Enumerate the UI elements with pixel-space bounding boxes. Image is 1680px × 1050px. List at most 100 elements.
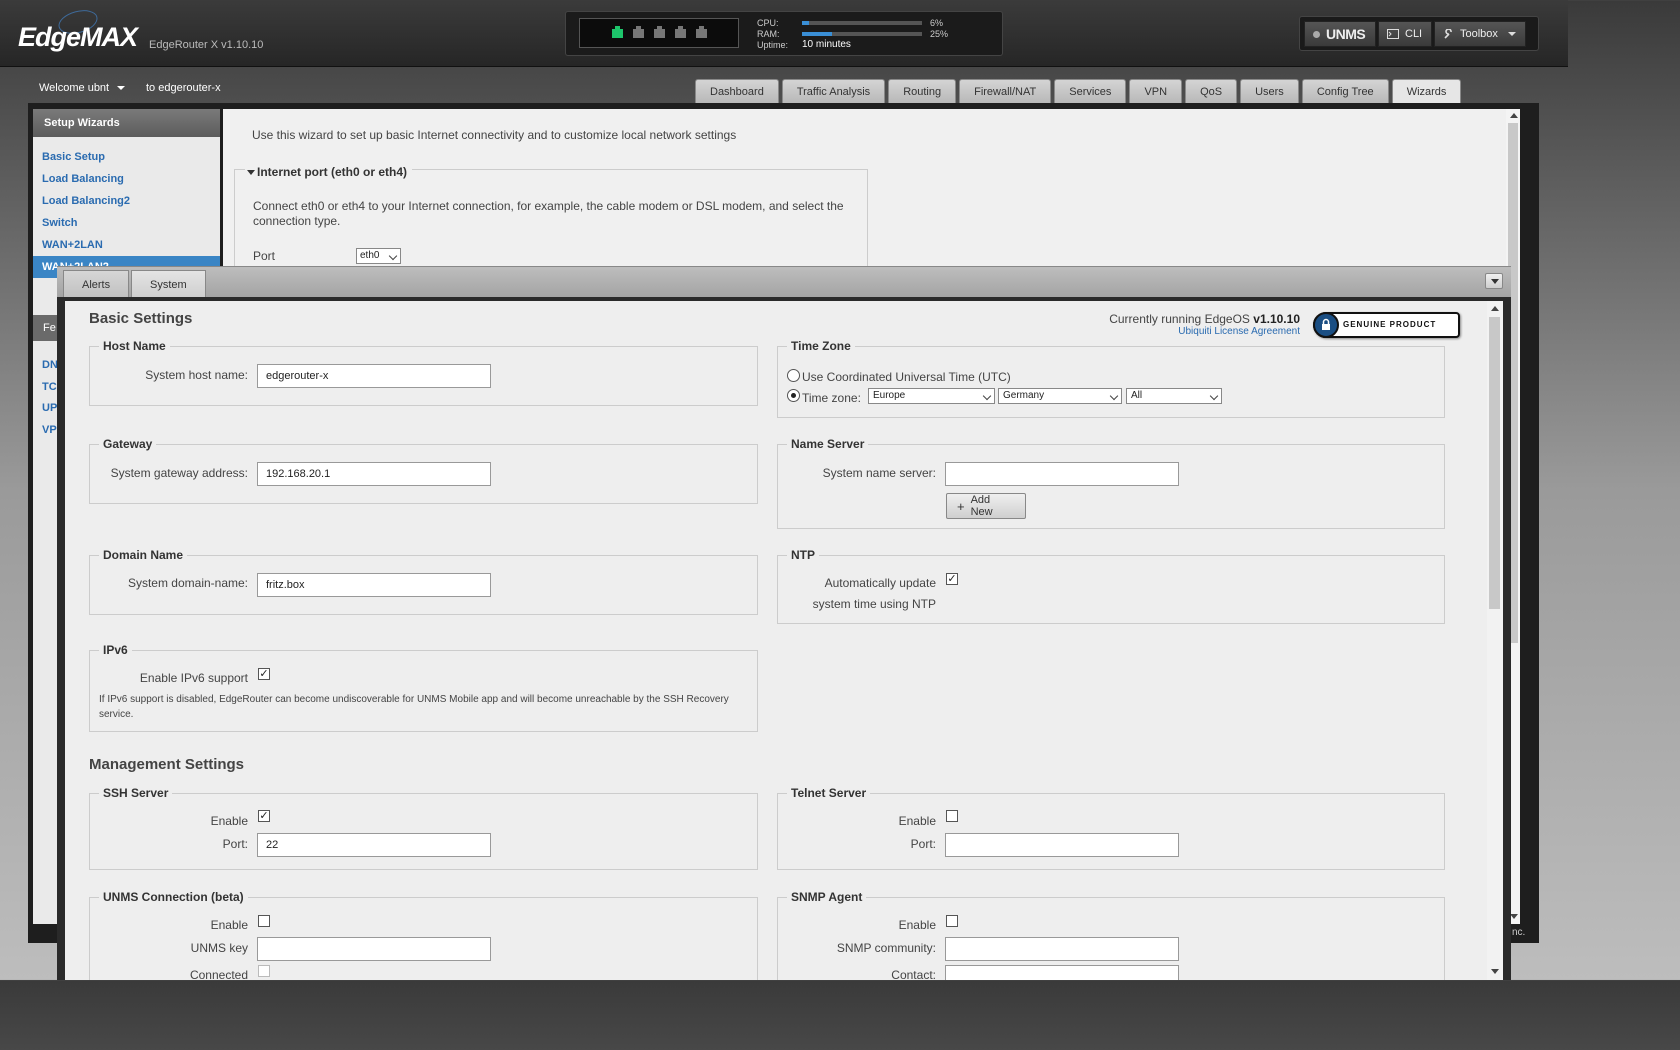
panel-scroll-thumb[interactable] [1489,317,1500,609]
name-server-fieldset [777,444,1445,529]
snmp-enable-checkbox[interactable] [946,915,958,927]
name-server-legend: Name Server [787,437,869,451]
cli-button[interactable]: CLI [1378,21,1432,47]
telnet-port-label: Port: [910,837,936,851]
gateway-input[interactable]: 192.168.20.1 [257,462,491,486]
snmp-enable-label: Enable [898,918,936,932]
welcome-menu[interactable]: Welcome ubnt [39,82,126,94]
cpu-label: CPU: [757,17,779,28]
host-name-label: System host name: [145,368,248,382]
host-name-input[interactable]: edgerouter-x [257,364,491,388]
wrench-icon [1444,28,1452,39]
cpu-value: 6% [930,17,944,28]
tab-wizards[interactable]: Wizards [1391,79,1462,104]
port-eth3-icon[interactable] [674,25,686,38]
sidebar-item-vpn[interactable]: VP [42,424,57,436]
telnet-legend: Telnet Server [787,786,871,800]
collapse-panel-button[interactable] [1485,273,1503,289]
unms-enable-checkbox[interactable] [258,915,270,927]
unms-button[interactable]: UNMS [1304,21,1376,47]
running-version: Currently running EdgeOS v1.10.10 [1100,312,1300,326]
unms-key-input[interactable] [257,937,491,961]
scroll-down-icon[interactable] [1510,914,1518,919]
utc-radio[interactable] [787,369,800,382]
tab-firewall-nat[interactable]: Firewall/NAT [959,79,1052,104]
timezone-country-select[interactable]: Germany [998,388,1122,404]
ipv6-legend: IPv6 [99,643,132,657]
port-indicators [579,18,739,48]
timezone-radio[interactable] [787,389,800,402]
tab-alerts[interactable]: Alerts [63,270,130,298]
bottom-panel-bar: Alerts System [57,266,1511,298]
ntp-checkbox[interactable]: ✓ [946,573,958,585]
ssh-port-input[interactable]: 22 [257,833,491,857]
genuine-product-badge: GENUINE PRODUCT [1313,312,1460,338]
toolbox-label: Toolbox [1460,28,1498,40]
tab-config-tree[interactable]: Config Tree [1301,79,1389,104]
telnet-enable-checkbox[interactable] [946,810,958,822]
tab-dashboard[interactable]: Dashboard [695,79,779,104]
sidebar-item-dns[interactable]: DN [42,359,58,371]
port-eth1-icon[interactable] [632,25,644,38]
toolbox-button[interactable]: Toolbox [1434,21,1526,47]
edgemax-logo[interactable]: EdgeMAX [18,22,138,53]
tab-traffic-analysis[interactable]: Traffic Analysis [781,79,886,104]
welcome-label: Welcome ubnt [39,82,110,94]
sidebar-item-load-balancing2[interactable]: Load Balancing2 [33,190,220,212]
telnet-port-input[interactable] [945,833,1179,857]
add-name-server-button[interactable]: + Add New [946,493,1026,519]
sidebar-item-wan-2lan[interactable]: WAN+2LAN [33,234,220,256]
ssh-enable-checkbox[interactable]: ✓ [258,810,270,822]
cpu-bar [802,20,922,25]
utc-label: Use Coordinated Universal Time (UTC) [802,370,1011,384]
ipv6-note: If IPv6 support is disabled, EdgeRouter … [99,694,729,720]
name-server-input[interactable] [945,462,1179,486]
sidebar-item-basic-setup[interactable]: Basic Setup [33,146,220,168]
plus-icon: + [957,498,965,514]
tab-services[interactable]: Services [1054,79,1127,104]
sidebar-item-tcp[interactable]: TC [42,381,57,393]
ipv6-checkbox[interactable]: ✓ [258,668,270,680]
unms-enable-label: Enable [210,918,248,932]
tab-system[interactable]: System [131,270,206,298]
port-eth0-icon[interactable] [611,25,623,38]
tab-users[interactable]: Users [1240,79,1299,104]
add-new-label: Add New [970,494,993,518]
scroll-up-icon[interactable] [1510,113,1518,118]
ram-bar [802,31,922,36]
port-eth4-icon[interactable] [695,25,707,38]
snmp-contact-label: Contact: [891,968,936,980]
tab-routing[interactable]: Routing [888,79,957,104]
ssh-legend: SSH Server [99,786,173,800]
footer-fragment: nc. [1512,927,1526,938]
scroll-up-icon[interactable] [1491,306,1499,311]
snmp-community-input[interactable] [945,937,1179,961]
internet-port-legend[interactable]: Internet port (eth0 or eth4) [245,165,413,179]
chevron-down-icon [1507,32,1516,36]
sidebar-item-upnp[interactable]: UP [42,402,57,414]
ssh-enable-label: Enable [210,814,248,828]
snmp-contact-input[interactable] [945,965,1179,980]
timezone-region-select[interactable]: Europe [868,388,995,404]
panel-scrollbar[interactable] [1487,301,1503,980]
uptime-stat: Uptime: 10 minutes [757,39,851,50]
sidebar-item-load-balancing[interactable]: Load Balancing [33,168,220,190]
tab-vpn[interactable]: VPN [1129,79,1183,104]
sidebar-list: Basic Setup Load Balancing Load Balancin… [33,137,220,278]
port-eth2-icon[interactable] [653,25,665,38]
telnet-fieldset [777,793,1445,870]
main-tabs: Dashboard Traffic Analysis Routing Firew… [695,79,1462,104]
timezone-city-select[interactable]: All [1126,388,1222,404]
domain-name-label: System domain-name: [127,576,248,590]
scroll-down-icon[interactable] [1491,969,1499,974]
sidebar-item-switch[interactable]: Switch [33,212,220,234]
domain-name-input[interactable]: fritz.box [257,573,491,597]
tab-qos[interactable]: QoS [1185,79,1238,104]
gateway-legend: Gateway [99,437,157,451]
chevron-down-icon [117,86,126,91]
port-select[interactable]: eth0 [356,248,401,264]
telnet-enable-label: Enable [898,814,936,828]
gateway-label: System gateway address: [110,466,248,480]
internet-port-description: Connect eth0 or eth4 to your Internet co… [253,199,844,228]
license-link[interactable]: Ubiquiti License Agreement [1100,326,1300,337]
